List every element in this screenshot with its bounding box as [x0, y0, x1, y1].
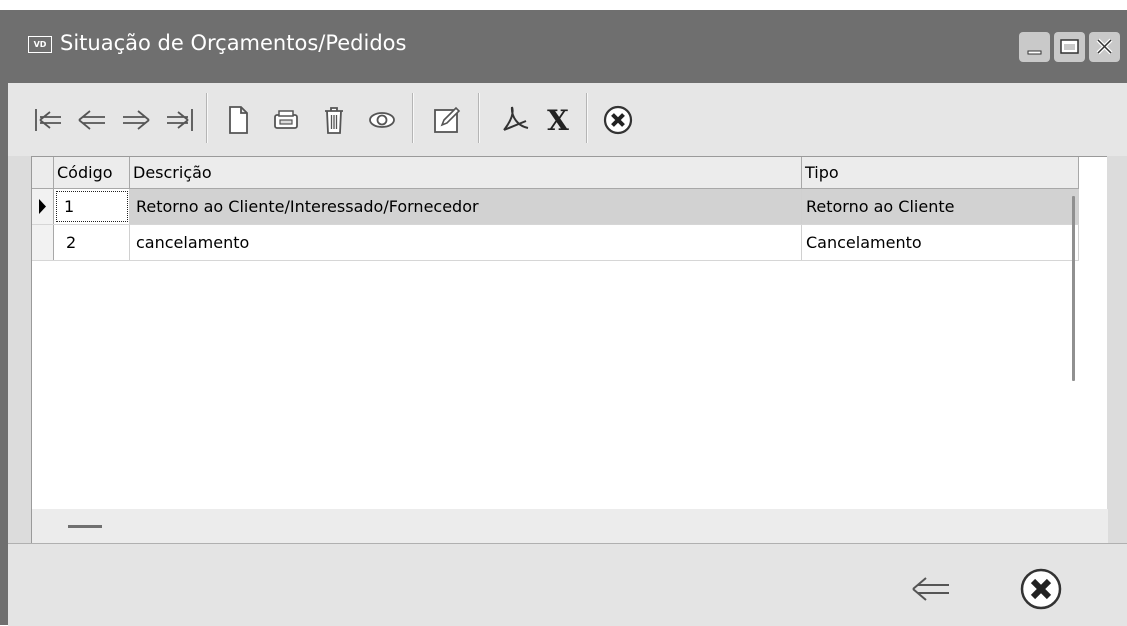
- last-record-icon: [167, 109, 193, 131]
- toolbar-separator: [586, 93, 588, 143]
- next-record-icon: [123, 110, 150, 130]
- minimize-button[interactable]: [1019, 32, 1050, 62]
- edit-button[interactable]: [427, 100, 467, 140]
- close-button[interactable]: [1089, 32, 1120, 62]
- previous-record-button[interactable]: [72, 100, 112, 140]
- view-button[interactable]: [362, 100, 402, 140]
- column-header-codigo[interactable]: Código: [54, 157, 130, 188]
- last-record-button[interactable]: [160, 100, 200, 140]
- next-record-button[interactable]: [116, 100, 156, 140]
- vertical-scrollbar[interactable]: [1080, 188, 1107, 510]
- toolbar-separator: [478, 93, 480, 143]
- table-row[interactable]: 1 Retorno ao Cliente/Interessado/Fornece…: [32, 189, 1079, 225]
- app-window: VD Situação de Orçamentos/Pedidos X Códi…: [0, 10, 1127, 626]
- new-button[interactable]: [218, 100, 258, 140]
- horizontal-scrollbar-thumb[interactable]: [68, 525, 102, 528]
- toolbar-separator: [206, 93, 208, 143]
- maximize-icon: [1060, 39, 1079, 54]
- data-grid[interactable]: Código Descrição Tipo 1 Retorno ao Clien…: [31, 156, 1107, 510]
- row-indicator: [32, 189, 54, 224]
- first-record-button[interactable]: [28, 100, 68, 140]
- minimize-icon: [1027, 50, 1042, 55]
- column-header-descricao[interactable]: Descrição: [130, 157, 802, 188]
- toolbar-separator: [412, 93, 414, 143]
- current-row-icon: [39, 199, 46, 214]
- excel-export-button[interactable]: X: [538, 100, 578, 140]
- cell-tipo[interactable]: Retorno ao Cliente: [802, 189, 1079, 224]
- maximize-button[interactable]: [1054, 32, 1085, 62]
- back-button[interactable]: [906, 564, 956, 614]
- table-row[interactable]: 2 cancelamento Cancelamento: [32, 225, 1079, 261]
- view-icon: [369, 112, 395, 128]
- cancel-icon: [603, 105, 633, 135]
- pdf-icon: [503, 106, 529, 131]
- grid-header: Código Descrição Tipo: [32, 157, 1079, 189]
- row-indicator: [32, 225, 54, 260]
- print-button[interactable]: [266, 100, 306, 140]
- cell-codigo[interactable]: 1: [54, 189, 130, 224]
- window-client-area: X Código Descrição Tipo 1 Retorno ao Cli…: [8, 83, 1127, 626]
- header-indicator: [32, 157, 54, 188]
- delete-button[interactable]: [314, 100, 354, 140]
- title-bar[interactable]: VD Situação de Orçamentos/Pedidos: [0, 10, 1127, 82]
- app-logo-icon: VD: [28, 36, 52, 53]
- horizontal-scrollbar[interactable]: [31, 509, 1108, 543]
- first-record-icon: [35, 109, 61, 131]
- previous-record-icon: [78, 110, 105, 130]
- excel-icon: X: [547, 103, 569, 137]
- edit-icon: [434, 106, 461, 133]
- close-icon: [1096, 38, 1113, 55]
- window-title: Situação de Orçamentos/Pedidos: [60, 31, 407, 55]
- toolbar: X: [8, 83, 1127, 156]
- vertical-scrollbar-thumb[interactable]: [1072, 196, 1075, 381]
- close-circle-icon: [1020, 568, 1062, 610]
- cell-descricao[interactable]: Retorno ao Cliente/Interessado/Fornecedo…: [130, 189, 802, 224]
- cancel-button[interactable]: [598, 100, 638, 140]
- delete-icon: [325, 107, 343, 134]
- new-document-icon: [229, 106, 248, 134]
- bottom-panel: [8, 543, 1127, 626]
- column-header-tipo[interactable]: Tipo: [802, 157, 1079, 188]
- cell-tipo[interactable]: Cancelamento: [802, 225, 1079, 260]
- cell-descricao[interactable]: cancelamento: [130, 225, 802, 260]
- print-icon: [274, 110, 298, 129]
- back-arrow-icon: [912, 577, 949, 601]
- pdf-export-button[interactable]: [495, 100, 535, 140]
- cell-codigo[interactable]: 2: [54, 225, 130, 260]
- close-form-button[interactable]: [1016, 564, 1066, 614]
